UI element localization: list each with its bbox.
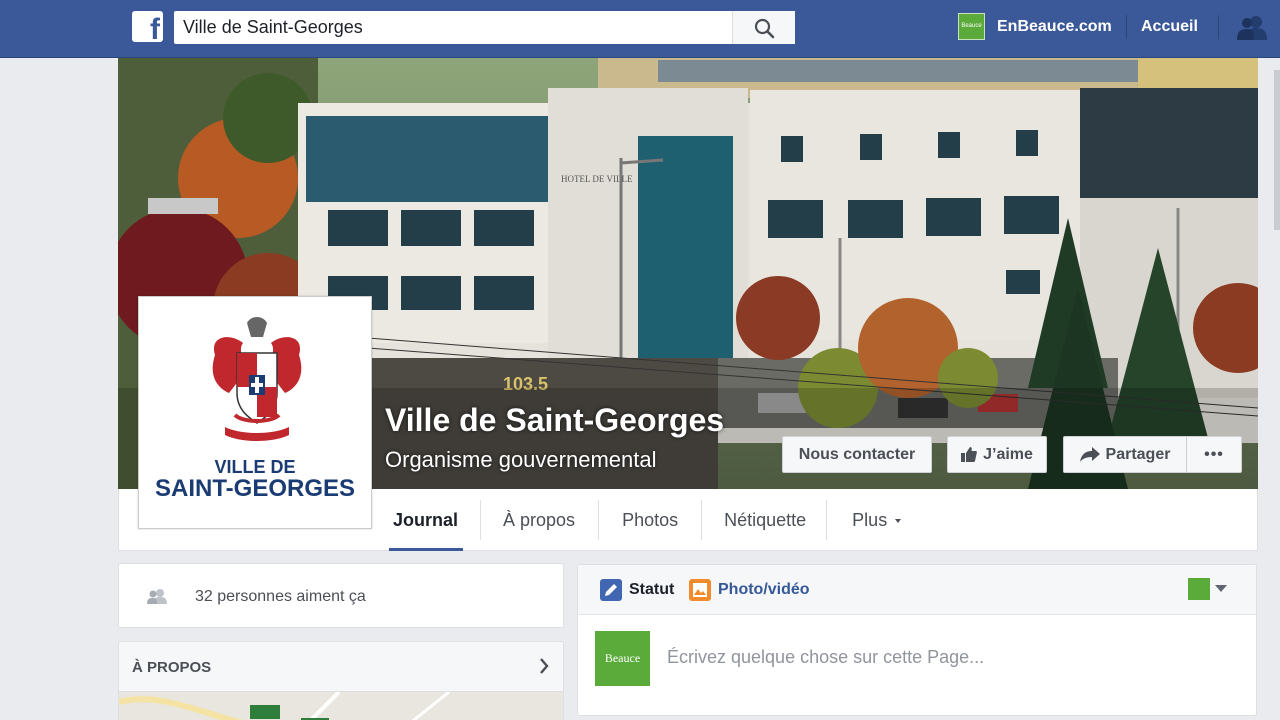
- status-label: Statut: [629, 581, 675, 598]
- likes-summary-card: 32 personnes aiment ça: [118, 563, 564, 628]
- search-input[interactable]: [174, 11, 730, 44]
- tab-photos[interactable]: Photos: [599, 490, 701, 551]
- search-bar: [174, 11, 795, 44]
- thumbs-up-icon: [961, 447, 977, 462]
- avatar[interactable]: Beauce: [595, 631, 650, 686]
- composer-header: Statut Photo/vidéo: [578, 565, 1256, 615]
- tab-more[interactable]: Plus: [827, 490, 921, 551]
- divider: [1126, 15, 1127, 39]
- page-category[interactable]: Organisme gouvernemental: [385, 447, 656, 473]
- about-header[interactable]: À PROPOS: [119, 642, 563, 692]
- search-button[interactable]: [732, 11, 795, 44]
- like-button-label: J’aime: [983, 445, 1033, 463]
- more-options-icon: •••: [1204, 445, 1224, 463]
- caret-down-icon[interactable]: [1215, 585, 1227, 592]
- contact-button-label: Nous contacter: [798, 445, 916, 463]
- tab-about[interactable]: À propos: [481, 490, 598, 551]
- chevron-right-icon: [540, 658, 549, 674]
- map-graphic: [119, 690, 450, 720]
- tab-label: À propos: [503, 510, 576, 530]
- page-title[interactable]: Ville de Saint-Georges: [385, 402, 724, 439]
- photo-video-label: Photo/vidéo: [718, 581, 810, 598]
- tab-journal[interactable]: Journal: [372, 490, 480, 551]
- tab-label: Photos: [622, 510, 679, 530]
- photo-video-tab[interactable]: Photo/vidéo: [689, 579, 810, 601]
- contact-button[interactable]: Nous contacter: [782, 436, 932, 473]
- about-title: À PROPOS: [132, 659, 212, 676]
- tab-label: Nétiquette: [724, 510, 807, 530]
- share-button[interactable]: Partager: [1063, 436, 1187, 473]
- home-link[interactable]: Accueil: [1141, 18, 1198, 36]
- tab-netiquette[interactable]: Nétiquette: [702, 490, 826, 551]
- location-map[interactable]: [119, 690, 563, 720]
- facebook-logo-icon[interactable]: f: [132, 11, 163, 42]
- coat-of-arms-logo: [212, 317, 302, 441]
- friend-requests-icon[interactable]: [1237, 14, 1267, 40]
- share-button-label: Partager: [1105, 445, 1171, 463]
- profile-thumbnail[interactable]: Beauce: [958, 13, 985, 40]
- photo-icon: [689, 579, 711, 601]
- scrollbar[interactable]: [1274, 70, 1280, 230]
- tab-label: Journal: [393, 510, 459, 530]
- profile-link[interactable]: EnBeauce.com: [997, 18, 1112, 36]
- about-card: À PROPOS: [118, 641, 564, 720]
- more-options-button[interactable]: •••: [1186, 436, 1242, 473]
- profile-picture[interactable]: VILLE DE SAINT-GEORGES: [138, 296, 372, 529]
- like-button[interactable]: J’aime: [947, 436, 1047, 473]
- top-navigation-bar: f Beauce EnBeauce.com Accueil: [0, 0, 1280, 58]
- pencil-icon: [600, 579, 622, 601]
- divider: [1218, 15, 1219, 39]
- post-input[interactable]: Écrivez quelque chose sur cette Page...: [667, 647, 984, 668]
- post-composer: Statut Photo/vidéo Beauce Écrivez quelqu…: [577, 564, 1257, 716]
- people-icon: [147, 589, 167, 604]
- caret-down-icon: [895, 518, 902, 523]
- page-tabs: Journal À propos Photos Nétiquette Plus: [372, 490, 921, 551]
- tab-label: Plus: [852, 510, 888, 530]
- posting-as-avatar[interactable]: [1188, 578, 1210, 600]
- share-arrow-icon: [1079, 447, 1100, 462]
- profile-logo-line2: SAINT-GEORGES: [154, 475, 356, 502]
- likes-count-text[interactable]: 32 personnes aiment ça: [195, 588, 366, 606]
- status-tab[interactable]: Statut: [600, 579, 674, 601]
- search-icon: [754, 18, 775, 39]
- avatar-text: Beauce: [604, 651, 641, 665]
